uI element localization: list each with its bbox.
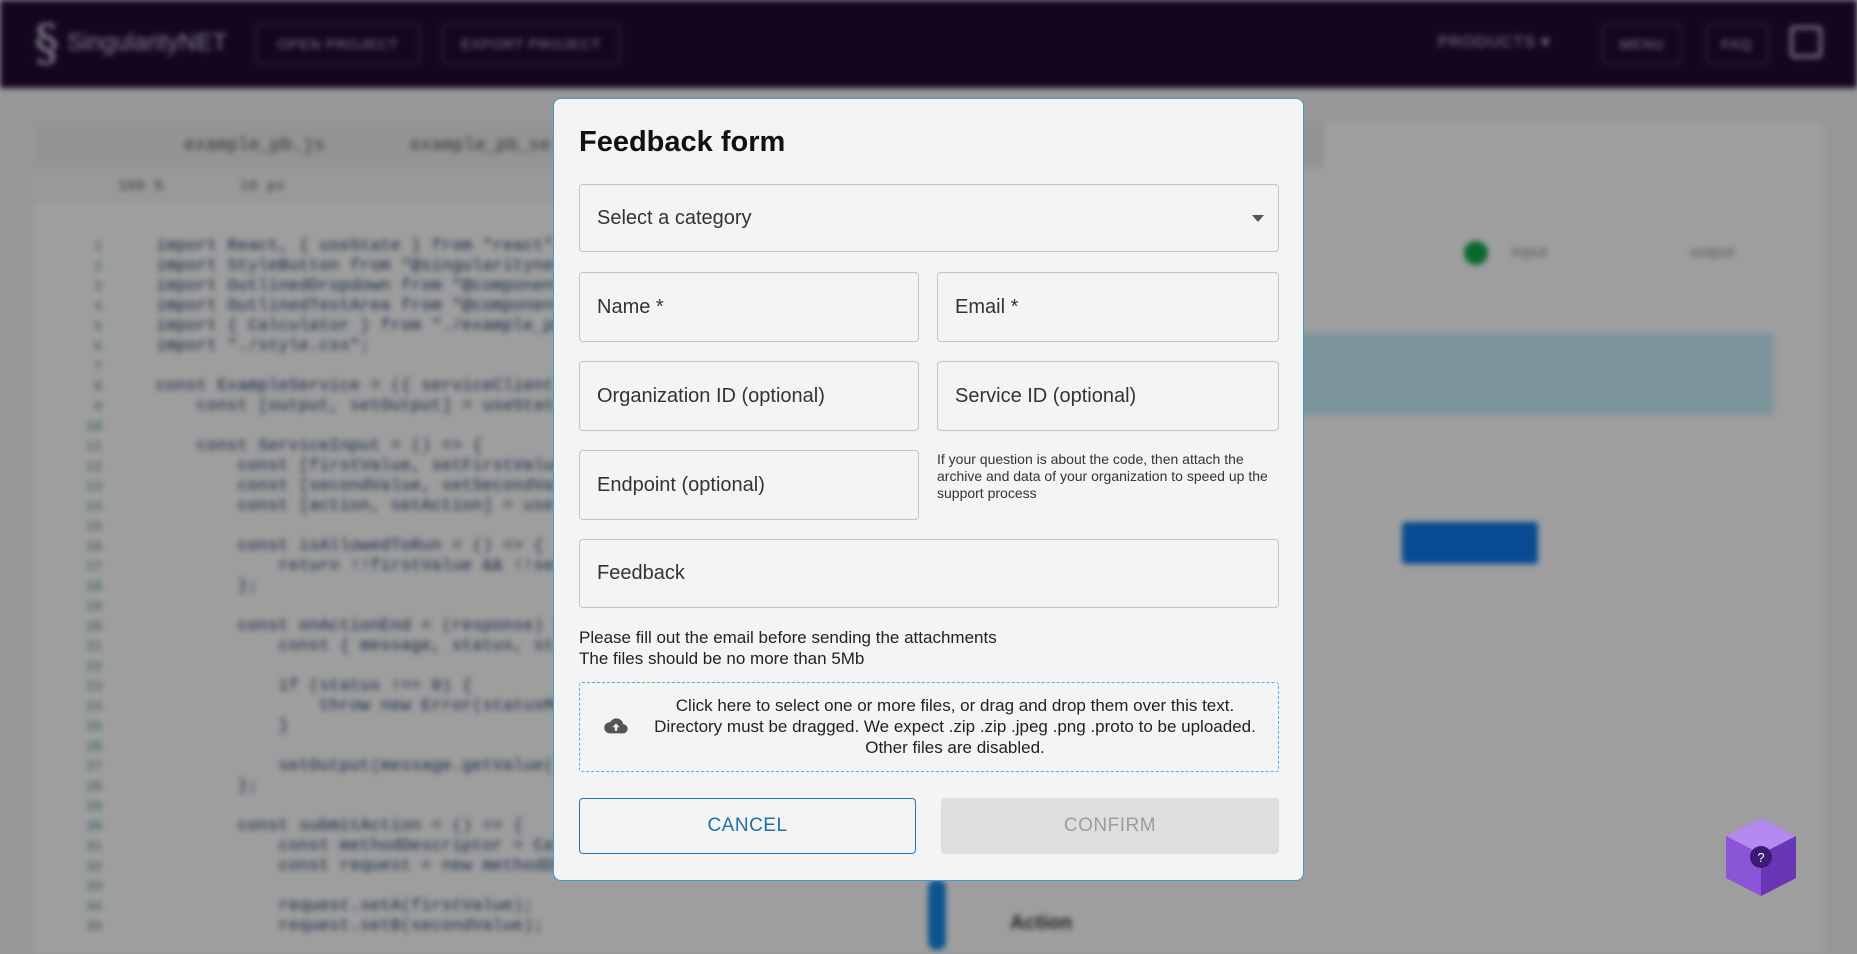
- endpoint-label: Endpoint (optional): [597, 473, 765, 496]
- feedback-label: Feedback: [597, 562, 685, 584]
- attachment-hint: If your question is about the code, then…: [937, 451, 1268, 501]
- organization-id-label: Organization ID (optional): [597, 384, 825, 407]
- dialog-title: Feedback form: [579, 126, 786, 158]
- name-label: Name *: [597, 295, 664, 318]
- attachment-note-email: Please fill out the email before sending…: [579, 628, 997, 647]
- confirm-button[interactable]: CONFIRM: [941, 798, 1279, 854]
- service-id-field[interactable]: Service ID (optional): [937, 361, 1279, 431]
- feedback-dialog: Feedback form Select a category Name * E…: [553, 98, 1304, 881]
- cloud-upload-icon: [604, 718, 628, 734]
- dropzone-text: Click here to select one or more files, …: [654, 696, 1256, 757]
- help-cube-icon[interactable]: ?: [1718, 812, 1804, 902]
- cancel-button[interactable]: CANCEL: [579, 798, 916, 854]
- category-select[interactable]: Select a category: [579, 184, 1279, 252]
- service-id-label: Service ID (optional): [955, 384, 1137, 407]
- attachment-note-size: The files should be no more than 5Mb: [579, 649, 865, 668]
- help-glyph: ?: [1757, 850, 1764, 865]
- email-label: Email *: [955, 295, 1019, 318]
- category-placeholder: Select a category: [597, 206, 752, 229]
- name-field[interactable]: Name *: [579, 272, 919, 342]
- email-field[interactable]: Email *: [937, 272, 1279, 342]
- file-dropzone[interactable]: Click here to select one or more files, …: [579, 682, 1279, 772]
- endpoint-field[interactable]: Endpoint (optional): [579, 450, 919, 520]
- organization-id-field[interactable]: Organization ID (optional): [579, 361, 919, 431]
- chevron-down-icon: [1252, 215, 1264, 222]
- feedback-field[interactable]: Feedback: [579, 539, 1279, 608]
